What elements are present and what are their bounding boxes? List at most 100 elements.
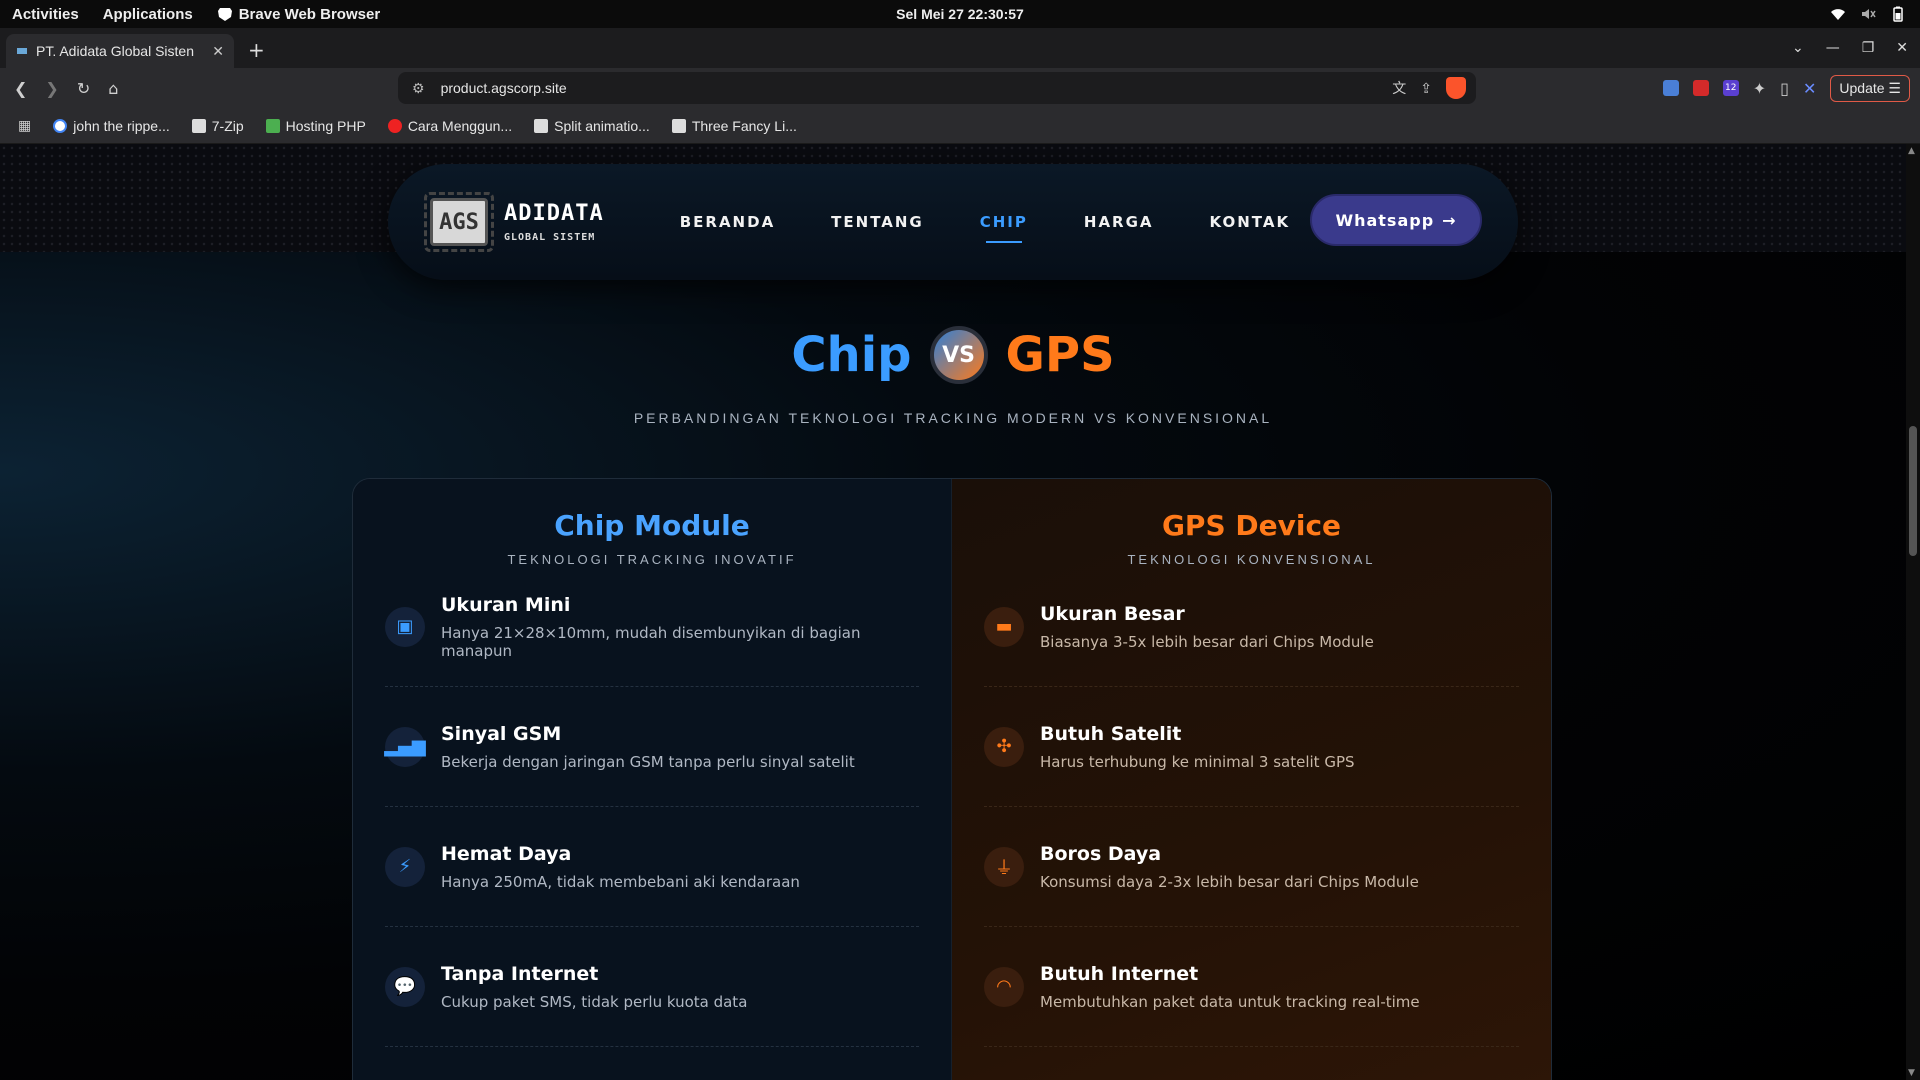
extension-badge-icon[interactable]: 12	[1722, 80, 1739, 96]
plug-icon: ⏚	[984, 846, 1024, 887]
brave-lion-icon	[217, 8, 232, 21]
whatsapp-button[interactable]: Whatsapp →	[1310, 194, 1482, 246]
feature-desc: Konsumsi daya 2-3x lebih besar dari Chip…	[1040, 872, 1419, 891]
scroll-down-icon[interactable]: ▼	[1908, 1068, 1915, 1078]
update-button[interactable]: Update ☰	[1830, 74, 1910, 102]
feature-item: ▣ Ukuran Mini Hanya 21×28×10mm, mudah dis…	[385, 567, 919, 687]
hero-title: Chip VS GPS	[0, 326, 1906, 384]
tab-active[interactable]: PT. Adidata Global Sisten ✕	[6, 34, 234, 68]
feature-desc: Hanya 21×28×10mm, mudah disembunyikan di…	[441, 623, 861, 660]
feature-item: 💬 Tanpa Internet Cukup paket SMS, tidak p…	[385, 927, 919, 1047]
extension-red-icon[interactable]	[1692, 80, 1709, 96]
active-app-name: Brave Web Browser	[238, 5, 381, 23]
menu-beranda[interactable]: BERANDA	[680, 213, 775, 231]
bolt-icon: ⚡	[385, 846, 425, 887]
bookmark-item[interactable]: Cara Menggun...	[387, 117, 513, 134]
tab-list-chevron-icon[interactable]: ⌄	[1792, 40, 1804, 56]
extension-x-icon[interactable]: ✕	[1803, 79, 1816, 98]
active-app-menu[interactable]: Brave Web Browser	[217, 6, 380, 23]
tab-close-icon[interactable]: ✕	[212, 43, 224, 60]
codepen-icon	[534, 118, 549, 133]
bookmark-label: Cara Menggun...	[407, 117, 513, 134]
reload-icon[interactable]: ↻	[77, 79, 90, 98]
system-top-bar: Activities Applications Brave Web Browse…	[0, 0, 1920, 28]
google-icon	[53, 118, 68, 133]
feature-desc: Bekerja dengan jaringan GSM tanpa perlu …	[441, 752, 855, 771]
feature-title: Boros Daya	[1040, 842, 1162, 865]
scroll-up-icon[interactable]: ▲	[1908, 146, 1915, 156]
minimize-icon[interactable]: —	[1826, 40, 1840, 56]
translate-icon[interactable]: 文	[1392, 78, 1406, 98]
feature-title: Butuh Internet	[1040, 962, 1199, 985]
sidebar-toggle-icon[interactable]: ▯	[1780, 79, 1789, 98]
address-bar[interactable]: ⚙ product.agscorp.site 文 ⇪	[398, 72, 1476, 104]
share-icon[interactable]: ⇪	[1420, 80, 1432, 97]
browser-tab-bar: PT. Adidata Global Sisten ✕ + ⌄ — ❐ ✕	[0, 28, 1920, 68]
main-menu: BERANDA TENTANG CHIP HARGA KONTAK	[680, 213, 1291, 243]
site-logo[interactable]: AGS ADIDATA GLOBAL SISTEM	[424, 192, 604, 252]
sms-icon: 💬	[385, 966, 425, 1007]
forward-icon[interactable]: ❯	[45, 79, 58, 98]
page-scrollbar[interactable]: ▲ ▼	[1906, 144, 1920, 1080]
hero-section: Chip VS GPS PERBANDINGAN TEKNOLOGI TRACK…	[0, 326, 1906, 426]
bookmark-item[interactable]: Split animatio...	[534, 118, 650, 134]
chip-column-title: Chip Module	[554, 509, 750, 542]
bookmark-label: Split animatio...	[554, 117, 650, 134]
youtube-icon	[387, 118, 402, 133]
chip-module-column: Chip Module TEKNOLOGI TRACKING INOVATIF …	[353, 479, 952, 1080]
home-icon[interactable]: ⌂	[108, 79, 118, 98]
scroll-thumb[interactable]	[1909, 426, 1917, 556]
bookmark-item[interactable]: john the rippe...	[53, 118, 170, 134]
bookmark-label: Hosting PHP	[285, 117, 366, 134]
arrow-right-icon: →	[1442, 210, 1457, 230]
brave-shields-icon[interactable]	[1446, 77, 1466, 99]
activities-button[interactable]: Activities	[12, 6, 79, 23]
logo-line2: GLOBAL SISTEM	[504, 232, 596, 243]
bookmark-label: Three Fancy Li...	[691, 117, 797, 134]
new-tab-button[interactable]: +	[248, 38, 265, 62]
feature-desc: Biasanya 3-5x lebih besar dari Chips Mod…	[1040, 632, 1374, 651]
menu-kontak[interactable]: KONTAK	[1210, 213, 1291, 231]
favicon-icon	[17, 48, 27, 54]
site-settings-icon[interactable]: ⚙	[412, 80, 425, 97]
bookmark-item[interactable]: Three Fancy Li...	[671, 117, 797, 134]
browser-toolbar: ❮ ❯ ↻ ⌂ ⚙ product.agscorp.site 文 ⇪ 12 ✦ …	[0, 68, 1920, 108]
logo-line1: ADIDATA	[504, 201, 604, 226]
wifi-status-icon[interactable]	[1830, 6, 1846, 22]
feature-title: Ukuran Besar	[1040, 602, 1185, 625]
feature-title: Hemat Daya	[441, 842, 572, 865]
applications-menu[interactable]: Applications	[103, 6, 193, 23]
feature-item: ▂▄▆ Sinyal GSM Bekerja dengan jaringan GS…	[384, 687, 919, 807]
hero-chip-text: Chip	[791, 327, 912, 383]
codepen-icon	[671, 118, 686, 133]
chip-column-subtitle: TEKNOLOGI TRACKING INOVATIF	[507, 552, 797, 567]
gps-column-title: GPS Device	[1161, 509, 1342, 542]
extension-docs-icon[interactable]	[1662, 80, 1679, 96]
feature-item: ⏚ Boros Daya Konsumsi daya 2-3x lebih bes…	[984, 807, 1519, 927]
bookmark-label: john the rippe...	[73, 117, 170, 134]
comparison-card: Chip Module TEKNOLOGI TRACKING INOVATIF …	[352, 478, 1552, 1080]
back-icon[interactable]: ❮	[14, 79, 27, 98]
apps-grid-icon[interactable]: ▦	[18, 117, 31, 134]
battery-icon[interactable]	[1890, 6, 1906, 22]
feature-item: ✣ Butuh Satelit Harus terhubung ke minima…	[984, 687, 1519, 807]
extensions-puzzle-icon[interactable]: ✦	[1753, 79, 1766, 98]
whatsapp-label: Whatsapp	[1335, 210, 1435, 230]
url-text[interactable]: product.agscorp.site	[441, 80, 567, 96]
menu-tentang[interactable]: TENTANG	[831, 213, 924, 231]
volume-muted-icon[interactable]	[1860, 6, 1876, 22]
menu-harga[interactable]: HARGA	[1084, 213, 1154, 231]
bookmark-label: 7-Zip	[211, 117, 244, 134]
7zip-icon	[191, 118, 206, 133]
bookmark-item[interactable]: Hosting PHP	[265, 117, 366, 134]
menu-chip[interactable]: CHIP	[980, 213, 1028, 243]
window-close-icon[interactable]: ✕	[1896, 40, 1908, 56]
bookmark-item[interactable]: 7-Zip	[191, 117, 244, 134]
wifi-icon: ◠	[984, 966, 1024, 1007]
gps-device-column: GPS Device TEKNOLOGI KONVENSIONAL ▬ Ukur…	[952, 479, 1551, 1080]
restore-icon[interactable]: ❐	[1862, 40, 1875, 56]
clock[interactable]: Sel Mei 27 22:30:57	[896, 6, 1024, 22]
signal-icon: ▂▄▆	[384, 726, 426, 767]
update-label: Update	[1839, 79, 1885, 96]
feature-title: Tanpa Internet	[441, 962, 599, 985]
